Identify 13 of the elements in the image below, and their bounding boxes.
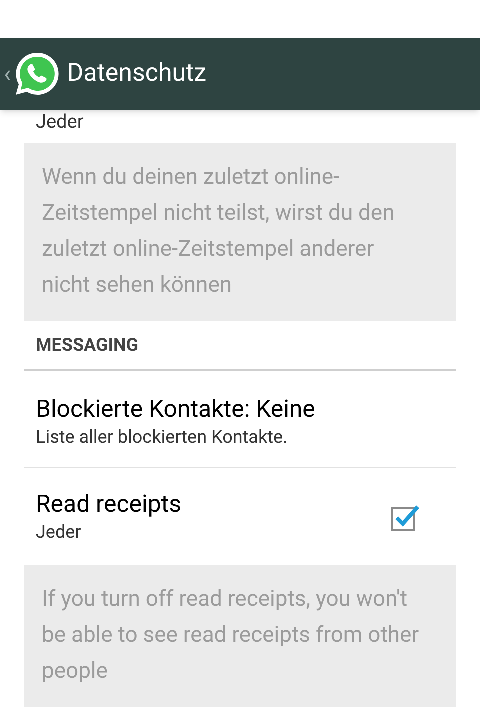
setting-title: Read receipts [36,488,183,520]
note-text: If you turn off read receipts, you won't be able to see read receipts from other people [42,586,420,686]
chat-bubble-icon [13,50,62,98]
back-icon[interactable]: ‹ [4,62,12,86]
setting-summary: Jeder [36,520,82,544]
setting-summary: Liste aller blockierten Kontakte. [36,426,289,450]
setting-summary: Jeder [36,110,84,134]
setting-title: Blockierte Kontakte: Keine [36,394,316,425]
note-text: Wenn du deinen zuletzt online-Zeitstempel nicht teilst, wirst du den zuletzt online-Zeitstempel anderer nicht sehen können [42,164,396,300]
screen-title: Datenschutz [67,58,207,90]
section-header: MESSAGING [36,334,138,358]
setting-row[interactable]: Blockierte Kontakte: Keine Liste aller blockierten Kontakte. [24,371,456,468]
setting-row[interactable]: Read receipts Jeder [24,468,456,565]
